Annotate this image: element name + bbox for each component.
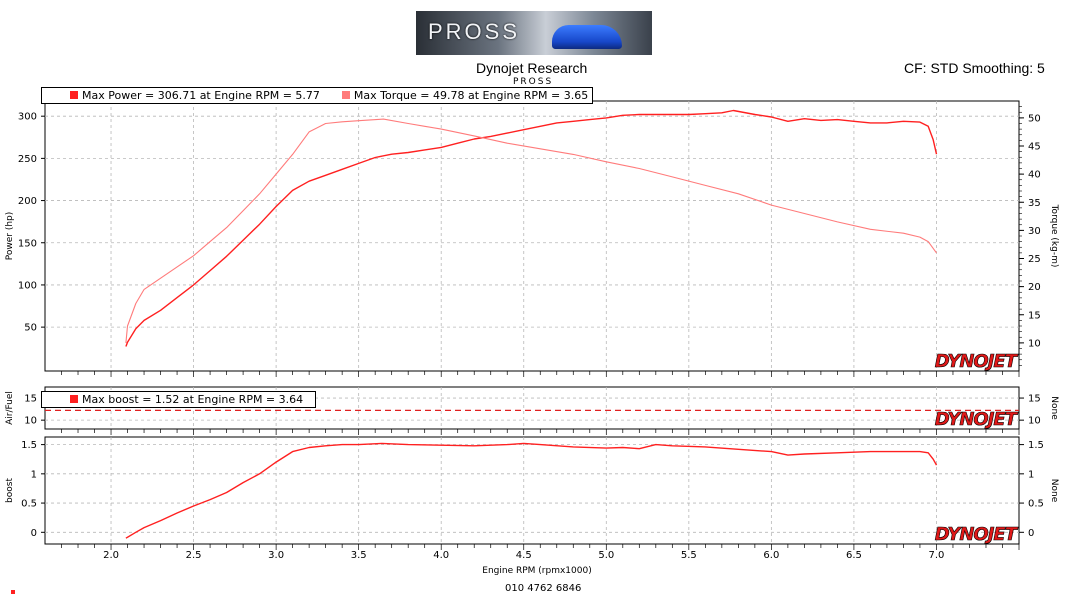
legend-swatch-torque <box>341 91 350 99</box>
y-tick-label-left: 300 <box>18 112 37 123</box>
panel-frame-power <box>44 100 1020 372</box>
legend-swatch-boost <box>70 395 78 403</box>
y-tick-label-right: 50 <box>1028 113 1041 124</box>
y-tick-label-right: 45 <box>1028 142 1041 153</box>
y-tick-label-right: 0 <box>1028 528 1034 539</box>
legend-power: Max Power = 306.71 at Engine RPM = 5.77 <box>82 89 320 102</box>
y-axis-label-power: Power (hp) <box>5 212 15 261</box>
y-tick-label-right: 20 <box>1028 282 1041 293</box>
x-tick-label: 2.0 <box>103 550 119 561</box>
panel-frame-boost <box>44 436 1020 545</box>
y-tick-label-left: 200 <box>18 196 37 207</box>
y-tick-label-right: 35 <box>1028 198 1041 209</box>
legend-power-torque: Max Power = 306.71 at Engine RPM = 5.77 M… <box>41 87 594 104</box>
x-tick-label: 6.0 <box>763 550 779 561</box>
y-axis-label-right-power: Torque (kg-m) <box>1049 204 1059 268</box>
legend-boost: Max boost = 1.52 at Engine RPM = 3.64 <box>41 391 316 408</box>
y-tick-label-left: 15 <box>24 394 37 405</box>
y-tick-label-left: 0.5 <box>21 499 37 510</box>
y-tick-label-right: 0.5 <box>1028 499 1044 510</box>
y-tick-label-right: 40 <box>1028 170 1041 181</box>
x-tick-label: 5.5 <box>681 550 697 561</box>
y-tick-label-right: 15 <box>1028 394 1041 405</box>
y-tick-label-left: 1 <box>31 469 37 480</box>
y-axis-label-right-afr: None <box>1049 396 1059 420</box>
y-tick-label-left: 50 <box>24 323 37 334</box>
y-tick-label-right: 25 <box>1028 254 1041 265</box>
legend-torque: Max Torque = 49.78 at Engine RPM = 3.65 <box>353 89 589 102</box>
y-axis-label-boost: boost <box>5 478 15 503</box>
corner-marker <box>11 590 15 594</box>
dynojet-watermark: DYNOJET <box>935 524 1019 545</box>
dynojet-watermark: DYNOJET <box>935 351 1019 372</box>
y-tick-label-left: 250 <box>18 154 37 165</box>
dynojet-watermark: DYNOJET <box>935 409 1019 430</box>
x-tick-label: 3.0 <box>268 550 284 561</box>
y-tick-label-right: 10 <box>1028 416 1041 427</box>
x-axis-label: Engine RPM (rpmx1000) <box>482 566 591 576</box>
x-tick-label: 4.5 <box>516 550 532 561</box>
y-tick-label-left: 150 <box>18 238 37 249</box>
y-tick-label-left: 10 <box>24 416 37 427</box>
footer-id: 010 4762 6846 <box>505 583 582 594</box>
y-tick-label-left: 100 <box>18 280 37 291</box>
y-axis-label-right-boost: None <box>1049 479 1059 503</box>
y-tick-label-left: 1.5 <box>21 440 37 451</box>
y-axis-label-afr: Air/Fuel <box>5 391 15 425</box>
x-tick-label: 5.0 <box>598 550 614 561</box>
x-tick-label: 6.5 <box>846 550 862 561</box>
x-tick-label: 7.0 <box>929 550 945 561</box>
y-tick-label-right: 30 <box>1028 226 1041 237</box>
y-tick-label-left: 0 <box>31 528 37 539</box>
y-tick-label-right: 15 <box>1028 310 1041 321</box>
y-tick-label-right: 1 <box>1028 469 1034 480</box>
x-tick-label: 3.5 <box>351 550 367 561</box>
legend-boost-text: Max boost = 1.52 at Engine RPM = 3.64 <box>82 393 304 406</box>
legend-swatch-power <box>70 91 78 99</box>
y-tick-label-right: 10 <box>1028 338 1041 349</box>
x-tick-label: 4.0 <box>433 550 449 561</box>
y-tick-label-right: 1.5 <box>1028 440 1044 451</box>
x-tick-label: 2.5 <box>186 550 202 561</box>
